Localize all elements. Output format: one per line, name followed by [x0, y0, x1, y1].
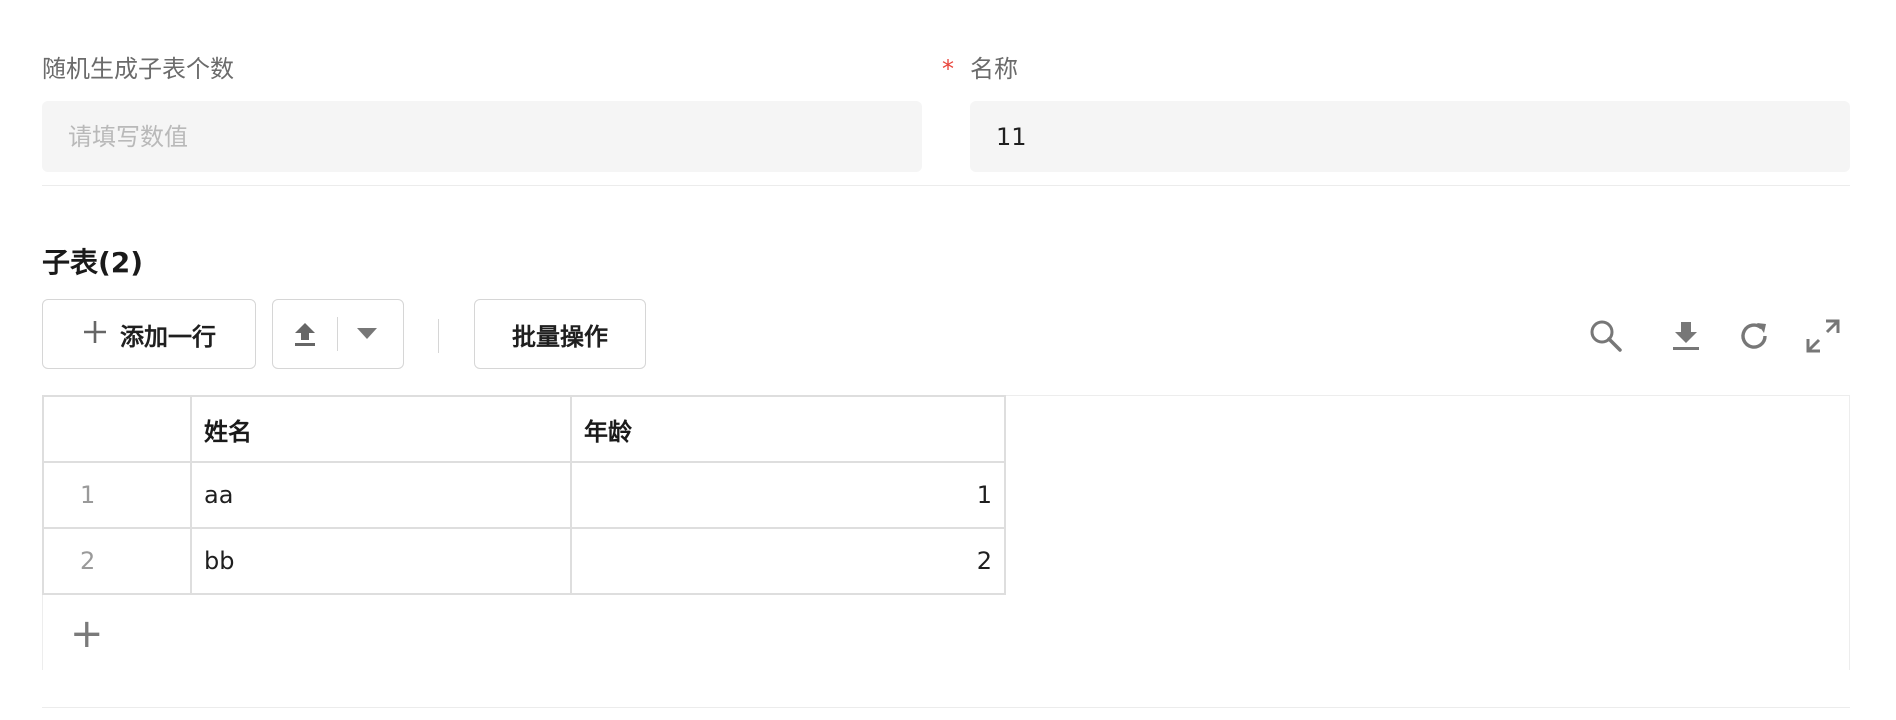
add-row-plus-icon[interactable]: +: [70, 614, 104, 654]
add-row-label: 添加一行: [120, 322, 216, 351]
toolbar-divider: [438, 319, 439, 353]
table-row: 1 aa 1: [42, 461, 1006, 529]
age-cell[interactable]: 1: [570, 461, 1006, 529]
upload-icon[interactable]: [273, 321, 337, 347]
column-header-age[interactable]: 年龄: [570, 395, 1006, 463]
subtable-grid: 姓名 年龄 1 aa 1 2 bb 2: [42, 395, 1006, 595]
age-cell[interactable]: 2: [570, 527, 1006, 595]
plus-icon: [82, 319, 108, 349]
name-cell[interactable]: aa: [190, 461, 572, 529]
table-header-row: 姓名 年龄: [42, 395, 1006, 463]
fullscreen-icon[interactable]: [1803, 316, 1843, 356]
row-index: 1: [42, 461, 192, 529]
import-button-group[interactable]: [272, 299, 404, 369]
add-row-button[interactable]: 添加一行: [42, 299, 256, 369]
index-column-header: [42, 395, 192, 463]
search-icon[interactable]: [1586, 316, 1626, 356]
name-field[interactable]: 11: [970, 101, 1850, 172]
caret-down-icon[interactable]: [338, 328, 396, 340]
name-cell[interactable]: bb: [190, 527, 572, 595]
download-icon[interactable]: [1666, 316, 1706, 356]
name-label: 名称: [970, 55, 1018, 83]
name-value[interactable]: 11: [996, 123, 1027, 151]
subtable-title: 子表(2): [42, 246, 144, 279]
required-mark: *: [942, 55, 954, 83]
bottom-divider: [42, 707, 1850, 708]
refresh-icon[interactable]: [1734, 316, 1774, 356]
random-count-field[interactable]: [42, 101, 922, 172]
batch-operation-button[interactable]: 批量操作: [474, 299, 646, 369]
row-index: 2: [42, 527, 192, 595]
form-divider: [42, 185, 1850, 186]
random-count-label: 随机生成子表个数: [42, 55, 234, 83]
random-count-input[interactable]: [68, 122, 896, 151]
table-row: 2 bb 2: [42, 527, 1006, 595]
column-header-name[interactable]: 姓名: [190, 395, 572, 463]
batch-operation-label: 批量操作: [512, 322, 608, 351]
